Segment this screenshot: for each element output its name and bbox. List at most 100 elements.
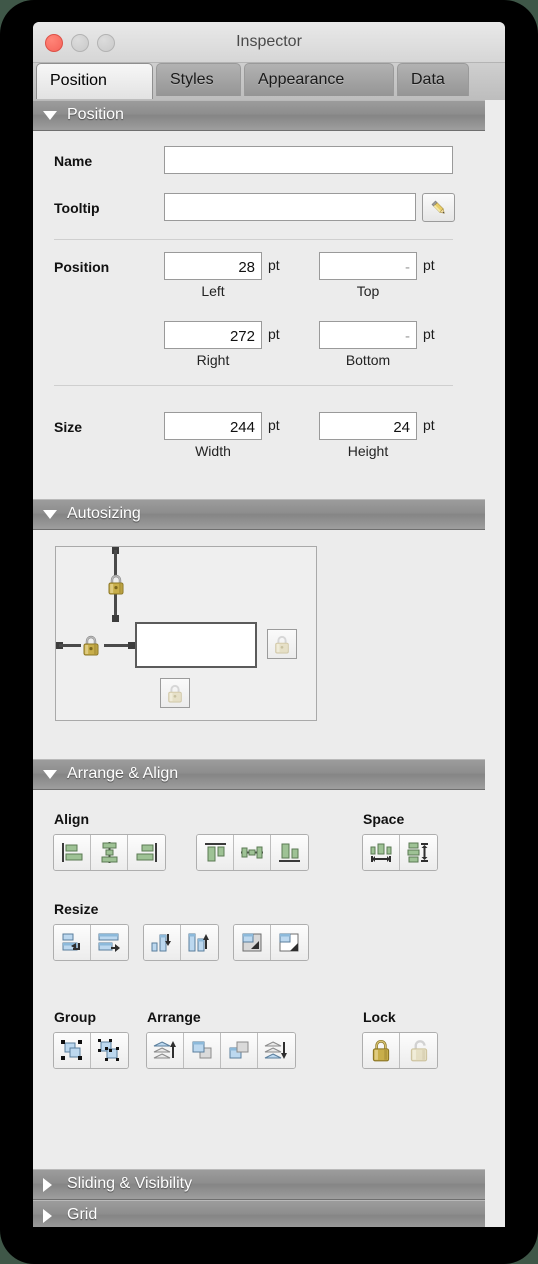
align-center-vertical-button[interactable] [234,835,271,870]
autosize-top-nub-inner [112,615,119,622]
tab-data[interactable]: Data [397,63,469,96]
group-button-group [53,1032,129,1069]
resize-both-largest-icon [279,933,299,952]
section-title-position: Position [67,106,124,123]
align-left-icon [61,843,82,862]
send-backward-button[interactable] [221,1033,258,1068]
align-top-icon [204,843,226,862]
align-label: Align [54,811,89,827]
align-top-button[interactable] [197,835,234,870]
size-height-input[interactable] [319,412,417,440]
position-top-input[interactable] [319,252,417,280]
autosize-top-lock[interactable] [106,573,126,596]
resize-height-largest-button[interactable] [181,925,218,960]
unlock-button[interactable] [400,1033,437,1068]
position-top-unit: pt [423,257,435,273]
section-title-sliding-visibility: Sliding & Visibility [67,1175,193,1192]
section-title-arrange-align: Arrange & Align [67,765,179,782]
resize-width-largest-button[interactable] [91,925,128,960]
position-left-input[interactable] [164,252,262,280]
bring-to-front-icon [153,1041,176,1059]
name-input[interactable] [164,146,453,174]
autosize-inner-element [135,622,257,668]
section-header-grid[interactable]: Grid [33,1200,485,1227]
tab-styles[interactable]: Styles [156,63,241,96]
bring-to-front-button[interactable] [147,1033,184,1068]
position-bottom-unit: pt [423,326,435,342]
section-header-sliding-visibility[interactable]: Sliding & Visibility [33,1169,485,1200]
resize-both-smallest-button[interactable] [234,925,271,960]
ungroup-button[interactable] [91,1033,128,1068]
divider [54,385,453,386]
arrange-align-panel: Align Space Resize Group Arrange Lock [33,790,485,1162]
size-height-unit: pt [423,417,435,433]
align-center-horizontal-icon [101,842,117,863]
send-backward-icon [229,1041,248,1059]
resize-width-smallest-icon [62,933,80,951]
section-title-grid: Grid [67,1206,98,1223]
tab-position[interactable]: Position [36,63,153,99]
autosizing-widget[interactable] [55,546,317,721]
autosize-left-line-inner [104,644,131,647]
section-header-position[interactable]: Position [33,100,485,131]
lock-button[interactable] [363,1033,400,1068]
align-bottom-button[interactable] [271,835,308,870]
position-right-caption: Right [196,352,230,368]
distribute-vertical-icon [407,842,428,863]
align-left-button[interactable] [54,835,91,870]
section-header-arrange-align[interactable]: Arrange & Align [33,759,485,790]
window-title: Inspector [236,33,302,50]
send-to-back-button[interactable] [258,1033,295,1068]
position-left-caption: Left [201,283,225,299]
unlock-icon [168,684,182,702]
autosizing-panel [33,530,485,737]
position-right-unit: pt [268,326,280,342]
position-right-input[interactable] [164,321,262,349]
size-label: Size [54,419,83,435]
autosize-left-lock[interactable] [81,634,101,657]
tab-appearance[interactable]: Appearance [244,63,394,96]
tooltip-edit-button[interactable] [422,193,455,222]
group-button[interactable] [54,1033,91,1068]
unlock-icon [410,1040,427,1062]
arrange-button-group [146,1032,296,1069]
resize-height-smallest-icon [151,934,171,952]
group-label: Group [54,1009,96,1025]
ungroup-icon [98,1039,119,1061]
distribute-vertical-button[interactable] [400,835,437,870]
size-width-input[interactable] [164,412,262,440]
align-right-button[interactable] [128,835,165,870]
align-center-vertical-icon [240,846,263,859]
unlock-icon [275,635,289,653]
resize-width-smallest-button[interactable] [54,925,91,960]
resize-width-largest-icon [98,933,120,952]
bring-forward-button[interactable] [184,1033,221,1068]
position-bottom-caption: Bottom [345,352,391,368]
size-height-caption: Height [347,443,389,459]
lock-label: Lock [363,1009,396,1025]
distribute-horizontal-button[interactable] [363,835,400,870]
inspector-content: Position Name Tooltip Position 28 pt Lef… [33,100,505,1227]
desktop-background: Inspector Position Styles Appearance Dat… [0,0,538,1264]
lock-icon [83,635,99,656]
tooltip-input[interactable] [164,193,416,221]
autosize-right-lock[interactable] [267,629,297,659]
resize-both-smallest-icon [242,933,261,952]
autosize-left-line-outer [59,644,81,647]
resize-height-smallest-button[interactable] [144,925,181,960]
space-label: Space [363,811,405,827]
lock-button-group [362,1032,438,1069]
resize-label: Resize [54,901,99,917]
distribute-horizontal-icon [370,843,391,862]
align-center-horizontal-button[interactable] [91,835,128,870]
size-width-caption: Width [195,443,231,459]
resize-height-button-group [143,924,219,961]
autosize-bottom-lock[interactable] [160,678,190,708]
divider [54,239,453,240]
position-bottom-input[interactable] [319,321,417,349]
position-top-caption: Top [356,283,380,299]
window-titlebar: Inspector [33,22,505,63]
lock-icon [372,1039,390,1062]
section-header-autosizing[interactable]: Autosizing [33,499,485,530]
resize-both-largest-button[interactable] [271,925,308,960]
